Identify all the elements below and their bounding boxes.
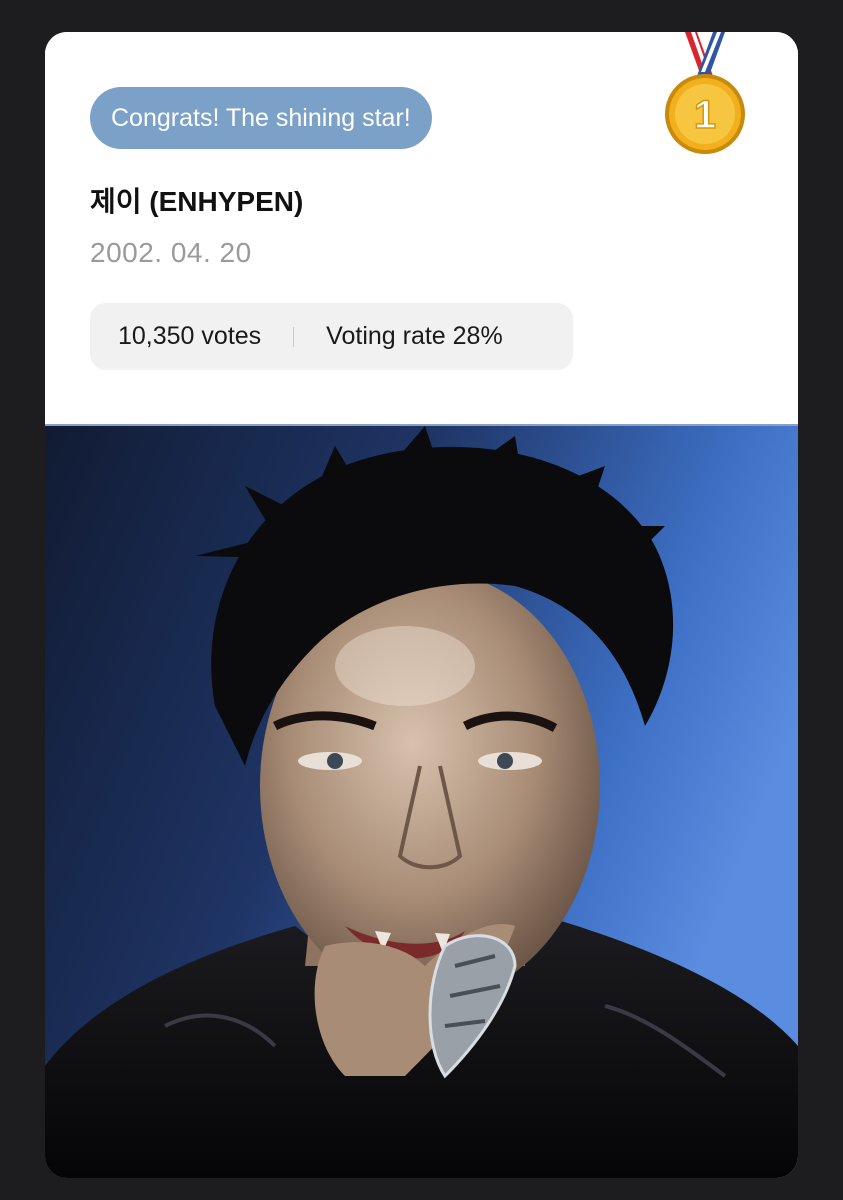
vote-count: 10,350 votes bbox=[118, 322, 262, 350]
card-header: Congrats! The shining star! 1 제이 (ENHYPE… bbox=[45, 32, 798, 424]
artist-birthdate: 2002. 04. 20 bbox=[90, 237, 252, 268]
winner-card: Congrats! The shining star! 1 제이 (ENHYPE… bbox=[45, 32, 798, 1178]
medal-rank-number: 1 bbox=[694, 93, 716, 137]
voting-rate: Voting rate 28% bbox=[326, 322, 503, 350]
artist-photo bbox=[45, 426, 798, 1178]
congrats-badge: Congrats! The shining star! bbox=[90, 87, 432, 149]
stats-divider bbox=[293, 326, 295, 347]
artist-name: 제이 (ENHYPEN) bbox=[90, 186, 304, 217]
first-place-medal-icon: 1 bbox=[665, 32, 745, 154]
vote-stats-box: 10,350 votes Voting rate 28% bbox=[90, 303, 573, 370]
